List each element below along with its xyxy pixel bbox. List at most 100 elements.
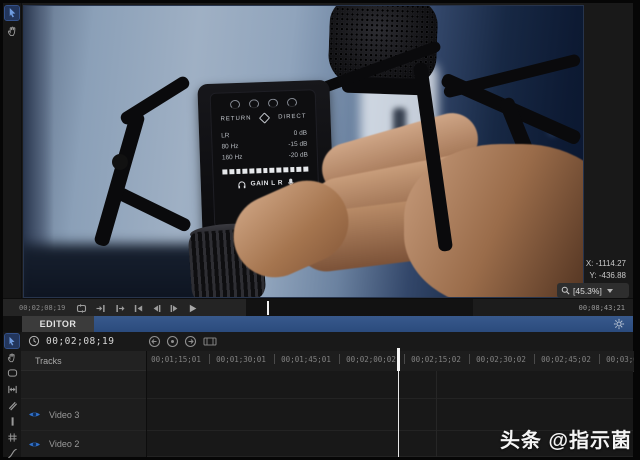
hand-tool-button[interactable] [5,350,19,364]
tab-editor[interactable]: EDITOR [22,316,94,332]
mic-display-return-label: RETURN [220,115,251,122]
polar-pattern-icons [220,98,306,110]
video-preview: RETURN DIRECT LR 0 dB 80 Hz -15 dB [24,6,583,297]
seek-bar[interactable] [246,299,473,317]
play-icon [187,303,198,314]
step-back-icon [151,303,162,314]
magnifier-icon [561,286,570,295]
track-label[interactable]: Video 3 [49,410,79,420]
mic-display-row-value: -20 dB [289,150,309,162]
slice-tool-button[interactable] [5,398,19,412]
eye-visibility-icon[interactable] [28,410,41,419]
go-to-in-button[interactable] [148,335,161,348]
slip-icon [7,384,18,395]
select-arrow-icon [7,7,18,19]
step-back-button[interactable] [150,302,162,314]
ripple-hash-icon [7,432,18,443]
razor-bar-icon [7,416,18,427]
zoom-level-control[interactable]: [45.3%] [557,283,629,298]
editor-header-bar [94,316,633,332]
level-meter [222,167,308,175]
ruler-tick: 00;02;45;02 [541,355,591,364]
mark-out-button[interactable] [114,302,126,314]
hand-icon [7,25,18,37]
select-tool-button[interactable] [5,334,19,348]
watermark: 头条 @指示菌 [500,424,632,453]
track-label[interactable]: Video 2 [49,439,79,449]
transport-playhead[interactable] [267,301,269,315]
mic-display-row-label: 160 Hz [222,152,243,164]
pointer-coordinates: X: -1114.27 Y: -436.88 [586,258,626,282]
viewer-side-gutter [583,3,633,298]
editor-settings-button[interactable] [613,318,625,330]
viewer-panel: RETURN DIRECT LR 0 dB 80 Hz -15 dB [3,3,633,316]
chevron-down-icon [607,289,613,293]
curve-icon [7,448,18,459]
mark-in-button[interactable] [94,302,106,314]
select-arrow-icon [7,336,17,347]
play-button[interactable] [186,302,198,314]
timeline-playhead-line [398,371,399,457]
hand-icon [7,352,17,363]
marquee-tool-button[interactable] [5,366,19,380]
timeline-playhead[interactable] [397,348,400,371]
shockmount-joint [112,154,128,170]
circle-right-arrow-icon [184,335,197,348]
export-frame-button[interactable] [203,335,216,348]
previous-frame-icon [133,303,144,314]
mic-display-direct-label: DIRECT [278,114,307,121]
timeline-ruler-row: Tracks 00;01;15;01 00;01;30;01 00;01;45;… [21,351,633,371]
editor-tab-bar: EDITOR [3,316,633,332]
ruler-tick: 00;01;45;01 [281,355,331,364]
shockmount-arm [93,111,145,248]
select-tool-button[interactable] [5,6,19,20]
track-lane[interactable] [146,371,633,399]
gain-label: GAIN L R [250,179,283,187]
track-row-header: Video 3 [21,399,146,431]
slip-tool-button[interactable] [5,382,19,396]
viewer-current-timecode: 00;02;08;19 [19,304,65,312]
pointer-x-value: X: -1114.27 [586,258,626,270]
clock-icon [28,335,40,347]
mic-display-row-label: 80 Hz [221,141,238,153]
viewer-end-timecode: 00;08;43;21 [579,304,625,312]
previous-frame-button[interactable] [132,302,144,314]
loop-icon [76,303,87,314]
film-strip-icon [203,335,217,348]
track-row-header [21,371,146,399]
mark-out-icon [115,303,126,314]
clip-edge-line [436,371,437,457]
ruler-tick: 00;01;15;01 [151,355,201,364]
desk-shadow [24,244,206,297]
add-marker-button[interactable] [166,335,179,348]
circle-dot-icon [166,335,179,348]
mic-logo-icon [259,112,270,123]
go-to-out-button[interactable] [184,335,197,348]
track-row-header: Video 2 [21,431,146,457]
editor-tool-strip [3,332,22,457]
ripple-tool-button[interactable] [5,430,19,444]
slice-icon [7,400,18,411]
ruler-tick: 00;02;15;02 [411,355,461,364]
viewer-tool-strip [3,3,22,298]
editor-timecode[interactable]: 00;02;08;19 [46,336,114,347]
timeline-ruler[interactable]: 00;01;15;01 00;01;30;01 00;01;45;01 00;0… [146,351,634,372]
shockmount-arm [443,53,582,99]
rate-curve-tool-button[interactable] [5,446,19,460]
headphones-icon [237,180,245,188]
eye-visibility-icon[interactable] [28,440,41,449]
step-forward-button[interactable] [168,302,180,314]
ruler-tick: 00;03;00;02 [606,355,634,364]
razor-tool-button[interactable] [5,414,19,428]
hand-tool-button[interactable] [5,24,19,38]
gear-icon [613,318,625,330]
track-header-column: Video 3 Video 2 [21,371,147,457]
loop-button[interactable] [75,302,87,314]
ruler-tick: 00;02;30;02 [476,355,526,364]
editor-toolbar: 00;02;08;19 [21,332,633,352]
tracks-header: Tracks [21,351,146,371]
ruler-tick: 00;02;00;02 [346,355,396,364]
step-forward-icon [169,303,180,314]
mark-in-icon [95,303,106,314]
mic-display-row-value: -15 dB [288,139,308,151]
